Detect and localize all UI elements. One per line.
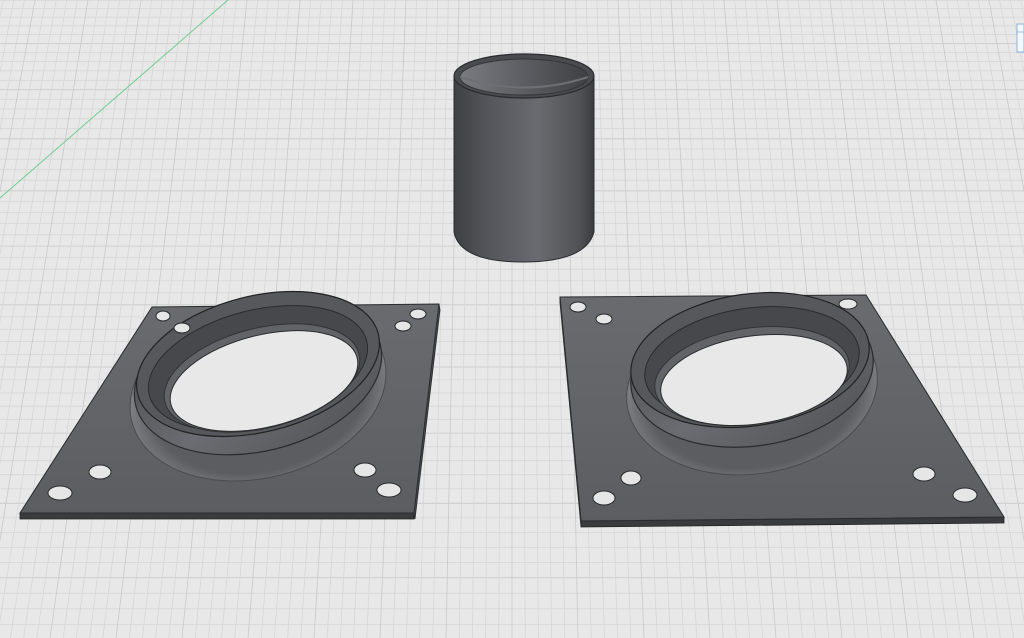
right-hole-5 <box>592 490 616 506</box>
tube-body <box>453 77 595 263</box>
viewport-canvas[interactable] <box>0 0 1024 638</box>
right-hole-2 <box>595 313 613 325</box>
left-hole-4 <box>394 320 412 332</box>
left-hole-3 <box>409 308 427 320</box>
right-hole-7 <box>952 487 978 503</box>
right-hole-6 <box>912 466 936 482</box>
left-hole-6 <box>47 485 73 501</box>
right-hole-3 <box>838 298 858 310</box>
right-hole-1 <box>569 301 587 313</box>
viewcube-edge-icon[interactable] <box>1016 22 1024 54</box>
left-hole-2 <box>173 322 191 334</box>
left-hole-5 <box>88 464 112 480</box>
3d-viewport[interactable] <box>0 0 1024 638</box>
tube-model[interactable] <box>453 53 595 263</box>
tube-opening <box>459 58 589 96</box>
left-hole-8 <box>376 482 402 498</box>
left-hole-7 <box>353 462 377 478</box>
right-hole-4 <box>620 470 642 486</box>
left-hole-1 <box>155 310 171 322</box>
left-plate-edge <box>19 512 415 520</box>
